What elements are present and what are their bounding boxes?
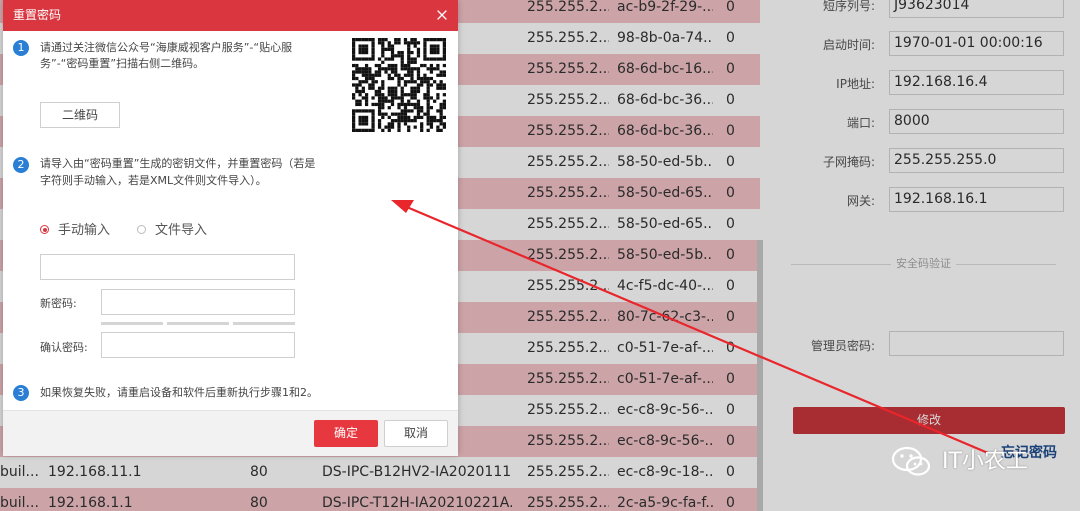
key-input[interactable] — [40, 254, 295, 280]
confirm-password-input[interactable] — [101, 332, 295, 358]
new-password-input[interactable] — [101, 289, 295, 315]
step-2-text-line1: 请导入由“密码重置”生成的密钥文件，并重置密码（若是 — [40, 157, 316, 170]
watermark-text: IT小农工 — [942, 449, 1028, 474]
password-strength-bar-1 — [101, 322, 163, 325]
password-strength-bar-3 — [233, 322, 295, 325]
qr-code-image — [352, 38, 446, 132]
radio-manual-label: 手动输入 — [58, 223, 111, 238]
step-1-text-line2: 务”-“密码重置”扫描右侧二维码。 — [40, 57, 205, 70]
radio-checked-icon — [40, 225, 49, 234]
reset-password-dialog: 重置密码 1 请通过关注微信公众号“海康威视客户服务”-“贴心服 务”-“密码重… — [3, 0, 458, 456]
step-3-text: 如果恢复失败，请重启设备和软件后重新执行步骤1和2。 — [40, 386, 318, 399]
confirm-password-label: 确认密码: — [40, 341, 88, 354]
qr-code-button[interactable]: 二维码 — [40, 102, 120, 128]
radio-file-import[interactable]: 文件导入 — [137, 222, 207, 240]
dialog-header: 重置密码 — [3, 0, 458, 31]
radio-file-label: 文件导入 — [155, 223, 208, 238]
dialog-title: 重置密码 — [13, 8, 62, 22]
close-icon[interactable] — [434, 7, 450, 23]
cancel-button[interactable]: 取消 — [384, 420, 448, 447]
step-2-badge: 2 — [13, 157, 29, 173]
step-2-text-line2: 字符则手动输入，若是XML文件则文件导入）。 — [40, 174, 267, 187]
wechat-icon — [891, 446, 931, 476]
password-strength-bar-2 — [167, 322, 229, 325]
confirm-button[interactable]: 确定 — [314, 420, 378, 447]
step-3-badge: 3 — [13, 385, 29, 401]
step-1-badge: 1 — [13, 40, 29, 56]
radio-unchecked-icon — [137, 225, 146, 234]
step-1-text-line1: 请通过关注微信公众号“海康威视客户服务”-“贴心服 — [40, 41, 293, 54]
radio-manual-input[interactable]: 手动输入 — [40, 222, 110, 240]
new-password-label: 新密码: — [40, 297, 77, 310]
